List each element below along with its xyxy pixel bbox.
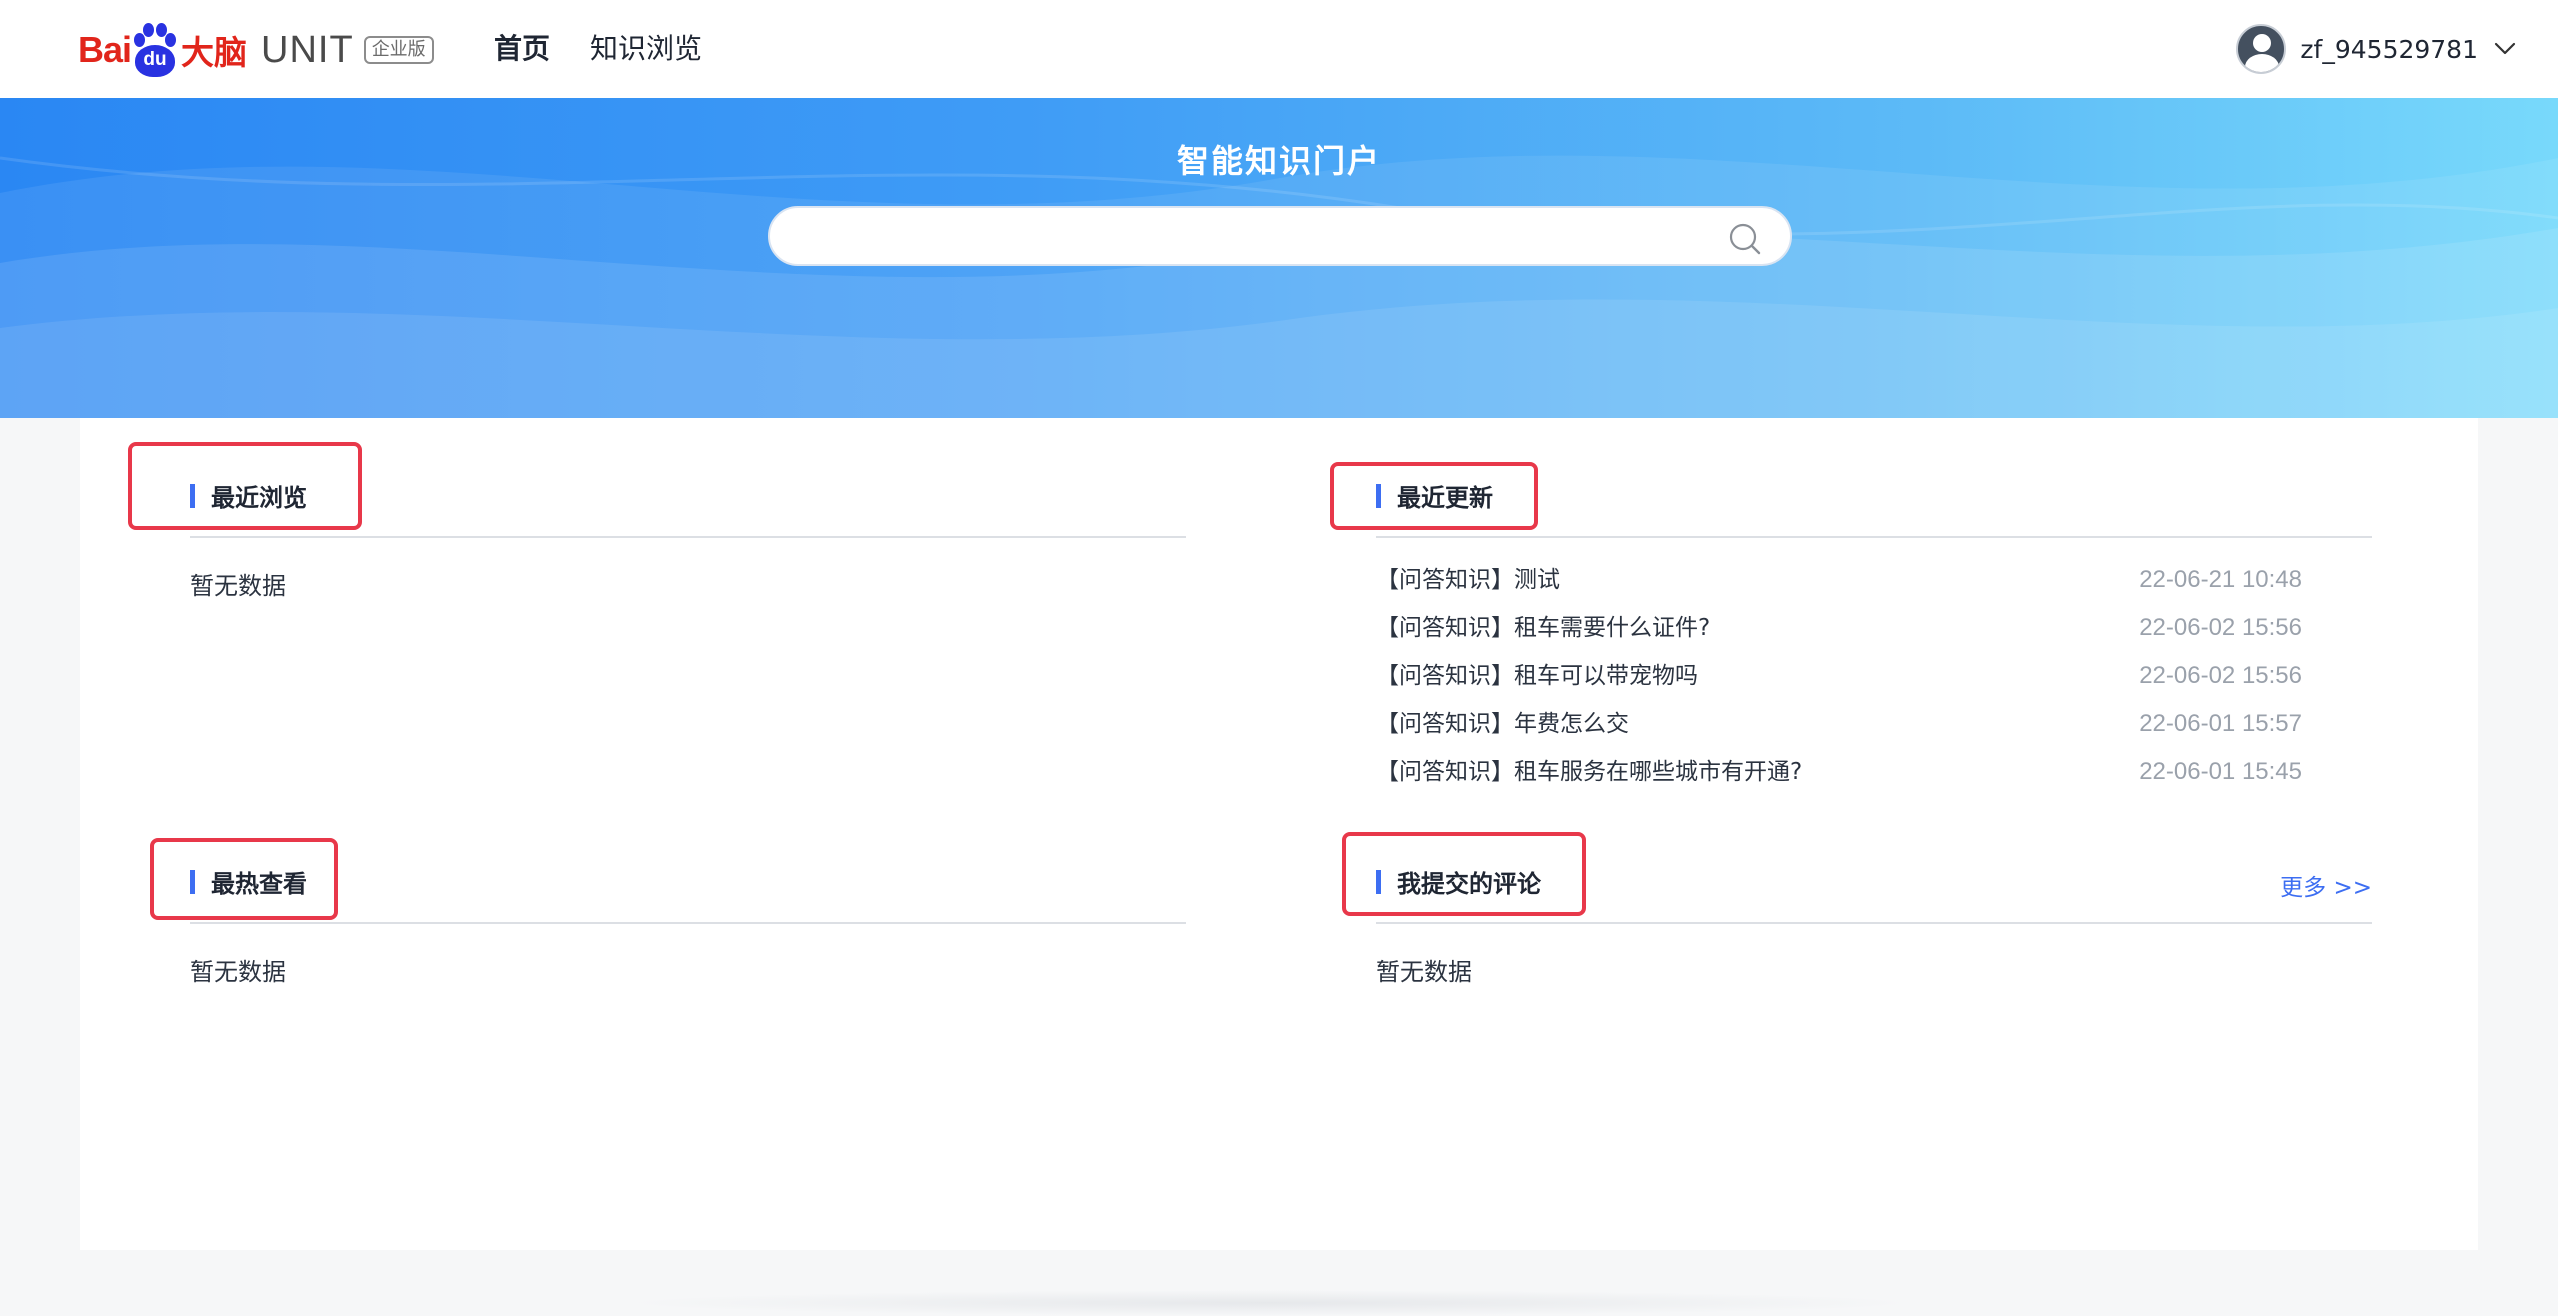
hot-views-title-text: 最热查看 <box>211 870 307 898</box>
item-title[interactable]: 【问答知识】租车可以带宠物吗 <box>1376 658 1698 706</box>
item-title[interactable]: 【问答知识】租车服务在哪些城市有开通? <box>1376 754 1802 802</box>
empty-state-text: 暂无数据 <box>190 572 286 600</box>
logo-du-text: du <box>135 45 176 77</box>
search-icon[interactable] <box>1728 222 1762 256</box>
main-nav: 首页 知识浏览 <box>494 24 702 74</box>
baidu-unit-logo[interactable]: Bai du 大脑 UNIT 企业版 <box>78 10 434 90</box>
my-comments-title-text: 我提交的评论 <box>1397 870 1541 898</box>
item-title[interactable]: 【问答知识】测试 <box>1376 562 1560 610</box>
title-accent-bar <box>190 483 195 508</box>
empty-state-text: 暂无数据 <box>190 958 286 986</box>
list-item[interactable]: 【问答知识】测试 22-06-21 10:48 <box>1376 562 2372 610</box>
baidu-paw-icon: du <box>132 21 178 79</box>
section-header: 我提交的评论 更多 >> <box>1376 804 2372 926</box>
recent-updates-list: 【问答知识】测试 22-06-21 10:48 【问答知识】租车需要什么证件? … <box>1376 540 2372 802</box>
hot-views-title: 最热查看 <box>190 864 307 899</box>
content-panel: 最近浏览 暂无数据 最近更新 【问答知识】测试 22-06-21 10:48 【… <box>80 418 2478 1250</box>
section-header: 最近更新 <box>1376 418 2372 540</box>
hot-views-section: 最热查看 暂无数据 <box>190 804 1186 987</box>
list-item[interactable]: 【问答知识】租车需要什么证件? 22-06-02 15:56 <box>1376 610 2372 658</box>
bottom-shadow-decoration <box>620 1290 1920 1316</box>
edition-badge: 企业版 <box>363 36 434 64</box>
nav-knowledge-browse[interactable]: 知识浏览 <box>590 24 702 74</box>
item-time: 22-06-01 15:57 <box>2139 710 2302 737</box>
item-time: 22-06-02 15:56 <box>2139 614 2302 641</box>
title-accent-bar <box>190 869 195 894</box>
user-menu[interactable]: zf_945529781 <box>2236 22 2518 76</box>
logo-bai-text: Bai <box>78 29 132 70</box>
section-divider <box>190 922 1186 924</box>
recent-updates-title-text: 最近更新 <box>1397 484 1493 512</box>
my-comments-title: 我提交的评论 <box>1376 864 1541 899</box>
nav-home[interactable]: 首页 <box>494 24 550 74</box>
section-header: 最近浏览 <box>190 418 1186 540</box>
item-title[interactable]: 【问答知识】年费怎么交 <box>1376 706 1629 754</box>
recent-browse-title-text: 最近浏览 <box>211 484 307 512</box>
search-input[interactable] <box>800 218 1700 256</box>
item-time: 22-06-21 10:48 <box>2139 566 2302 593</box>
recent-updates-section: 最近更新 【问答知识】测试 22-06-21 10:48 【问答知识】租车需要什… <box>1376 418 2372 802</box>
portal-title: 智能知识门户 <box>1176 142 1381 180</box>
empty-state-text: 暂无数据 <box>1376 958 1472 986</box>
search-box[interactable] <box>768 206 1792 266</box>
item-title[interactable]: 【问答知识】租车需要什么证件? <box>1376 610 1710 658</box>
list-item[interactable]: 【问答知识】租车服务在哪些城市有开通? 22-06-01 15:45 <box>1376 754 2372 802</box>
section-divider <box>1376 922 2372 924</box>
section-header: 最热查看 <box>190 804 1186 926</box>
logo-unit-text: UNIT <box>261 28 354 71</box>
recent-updates-title: 最近更新 <box>1376 478 1493 513</box>
username: zf_945529781 <box>2300 34 2478 64</box>
more-comments-link[interactable]: 更多 >> <box>2280 868 2372 902</box>
item-time: 22-06-02 15:56 <box>2139 662 2302 689</box>
section-divider <box>1376 536 2372 538</box>
list-item[interactable]: 【问答知识】租车可以带宠物吗 22-06-02 15:56 <box>1376 658 2372 706</box>
logo-brain-text: 大脑 <box>181 33 248 72</box>
section-divider <box>190 536 1186 538</box>
top-navbar: Bai du 大脑 UNIT 企业版 首页 知识浏览 zf_945529781 <box>0 0 2558 98</box>
list-item[interactable]: 【问答知识】年费怎么交 22-06-01 15:57 <box>1376 706 2372 754</box>
chevron-down-icon[interactable] <box>2492 36 2518 62</box>
title-accent-bar <box>1376 483 1381 508</box>
my-comments-section: 我提交的评论 更多 >> 暂无数据 <box>1376 804 2372 987</box>
hero-banner: 智能知识门户 <box>0 98 2558 418</box>
recent-browse-title: 最近浏览 <box>190 478 307 513</box>
title-accent-bar <box>1376 869 1381 894</box>
recent-browse-section: 最近浏览 暂无数据 <box>190 418 1186 601</box>
user-avatar-icon <box>2236 24 2287 74</box>
item-time: 22-06-01 15:45 <box>2139 758 2302 785</box>
